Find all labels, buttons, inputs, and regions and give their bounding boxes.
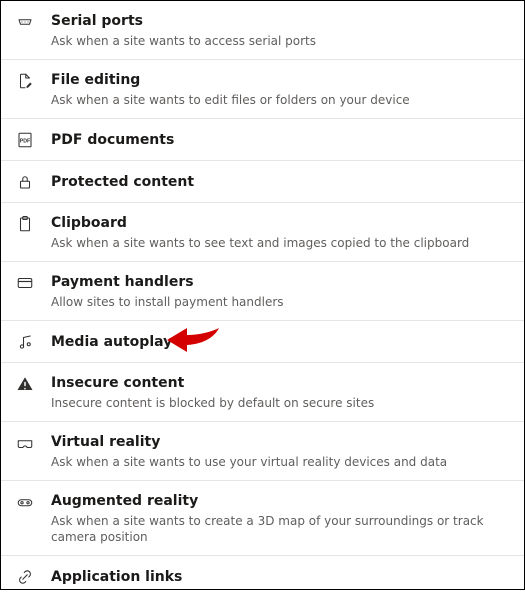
row-description: Ask when a site wants to edit files or f… xyxy=(51,92,510,108)
clipboard-icon xyxy=(15,214,35,234)
music-icon xyxy=(15,332,35,352)
row-description: Ask when a site wants to create a 3D map… xyxy=(51,513,510,545)
settings-row-media-autoplay[interactable]: Media autoplay xyxy=(1,321,524,363)
settings-row-clipboard[interactable]: Clipboard Ask when a site wants to see te… xyxy=(1,203,524,262)
ar-icon xyxy=(15,492,35,512)
settings-row-augmented-reality[interactable]: Augmented realityAsk when a site wants t… xyxy=(1,481,524,556)
row-description: Ask when a site wants to see text and im… xyxy=(51,235,510,251)
row-title: Media autoplay xyxy=(51,332,510,352)
settings-row-insecure-content[interactable]: Insecure content Insecure content is bloc… xyxy=(1,363,524,422)
warning-icon xyxy=(15,374,35,394)
row-text: Virtual reality Ask when a site wants to … xyxy=(51,432,510,470)
settings-list: Serial ports Ask when a site wants to acc… xyxy=(1,1,524,597)
row-title: Serial ports xyxy=(51,11,510,31)
settings-row-file-editing[interactable]: File editing Ask when a site wants to edi… xyxy=(1,60,524,119)
settings-row-virtual-reality[interactable]: Virtual reality Ask when a site wants to … xyxy=(1,422,524,481)
row-text: PDF documents xyxy=(51,130,510,150)
settings-row-pdf-documents[interactable]: PDF PDF documents xyxy=(1,119,524,161)
row-text: Protected content xyxy=(51,172,510,192)
row-description: Ask when a site wants to use your virtua… xyxy=(51,454,510,470)
row-title: Virtual reality xyxy=(51,432,510,452)
row-text: Insecure content Insecure content is bloc… xyxy=(51,373,510,411)
row-title: Payment handlers xyxy=(51,272,510,292)
row-title: Protected content xyxy=(51,172,510,192)
serial-icon xyxy=(15,12,35,32)
row-title: File editing xyxy=(51,70,510,90)
file-edit-icon xyxy=(15,71,35,91)
settings-row-protected-content[interactable]: Protected content xyxy=(1,161,524,203)
lock-icon xyxy=(15,172,35,192)
row-text: Payment handlers Allow sites to install p… xyxy=(51,272,510,310)
row-text: File editing Ask when a site wants to edi… xyxy=(51,70,510,108)
svg-text:PDF: PDF xyxy=(20,138,31,144)
row-text: Serial ports Ask when a site wants to acc… xyxy=(51,11,510,49)
link-icon xyxy=(15,567,35,587)
row-description: Allow sites to install payment handlers xyxy=(51,294,510,310)
row-title: PDF documents xyxy=(51,130,510,150)
row-title: Insecure content xyxy=(51,373,510,393)
row-text: Application links xyxy=(51,567,510,587)
vr-icon xyxy=(15,433,35,453)
settings-row-payment-handlers[interactable]: Payment handlers Allow sites to install p… xyxy=(1,262,524,321)
row-description: Ask when a site wants to access serial p… xyxy=(51,33,510,49)
row-text: Media autoplay xyxy=(51,332,510,352)
row-title: Application links xyxy=(51,567,510,587)
pdf-icon: PDF xyxy=(15,130,35,150)
row-description: Insecure content is blocked by default o… xyxy=(51,395,510,411)
settings-row-application-links[interactable]: Application links xyxy=(1,556,524,597)
row-text: Augmented realityAsk when a site wants t… xyxy=(51,491,510,545)
settings-row-serial-ports[interactable]: Serial ports Ask when a site wants to acc… xyxy=(1,1,524,60)
card-icon xyxy=(15,273,35,293)
row-title: Augmented reality xyxy=(51,491,510,511)
row-text: Clipboard Ask when a site wants to see te… xyxy=(51,213,510,251)
row-title: Clipboard xyxy=(51,213,510,233)
